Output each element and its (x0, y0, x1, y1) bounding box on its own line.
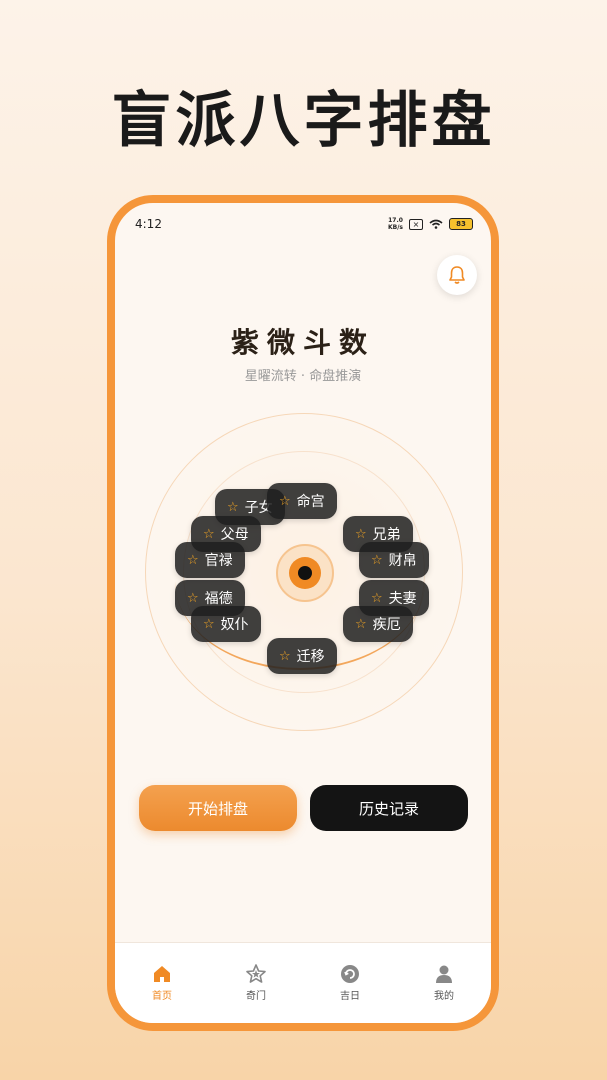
palace-label: 疾厄 (372, 617, 401, 633)
star-icon: ☆ (279, 648, 291, 664)
tab-qimen[interactable]: 奇门 (209, 943, 303, 1023)
home-icon (154, 966, 170, 982)
palace-chip[interactable]: ☆ 奴仆 (191, 606, 261, 642)
tab-label: 奇门 (246, 991, 266, 1002)
palace-label: 福德 (204, 591, 233, 607)
promo-headline: 盲派八字排盘 (111, 86, 496, 156)
star-icon: ☆ (203, 616, 215, 632)
tab-profile[interactable]: 我的 (397, 943, 491, 1023)
palace-chip[interactable]: ☆ 财帛 (359, 542, 429, 578)
palace-chip[interactable]: ☆ 命宫 (267, 483, 337, 519)
palace-label: 迁移 (296, 649, 325, 665)
palace-chip[interactable]: ☆ 迁移 (267, 638, 337, 674)
star-icon: ☆ (371, 590, 383, 606)
star-icon (246, 964, 266, 983)
palace-label: 兄弟 (372, 527, 401, 543)
tab-jiri[interactable]: 吉日 (303, 943, 397, 1023)
star-icon: ☆ (203, 526, 215, 542)
palace-label: 官禄 (204, 553, 233, 569)
tab-home[interactable]: 首页 (115, 943, 209, 1023)
palace-label: 奴仆 (220, 617, 249, 633)
palace-chip[interactable]: ☆ 官禄 (175, 542, 245, 578)
star-icon: ☆ (355, 526, 367, 542)
bottom-tab-bar: 首页 奇门 吉日 我的 (115, 942, 491, 1023)
palace-label: 命宫 (296, 494, 325, 510)
tab-label: 我的 (434, 991, 454, 1002)
star-icon: ☆ (227, 499, 239, 515)
tab-label: 首页 (152, 991, 172, 1002)
star-icon: ☆ (355, 616, 367, 632)
palace-label: 父母 (220, 527, 249, 543)
user-icon (436, 965, 452, 983)
phone-frame: 4:12 17.0 KB/s × 83 紫微斗数 星曜流转 · 命盘推演 ☆ 子… (107, 195, 499, 1031)
tab-label: 吉日 (340, 991, 360, 1002)
palace-label: 财帛 (388, 553, 417, 569)
start-chart-button[interactable]: 开始排盘 (139, 785, 297, 831)
palace-label: 夫妻 (388, 591, 417, 607)
star-icon: ☆ (187, 590, 199, 606)
refresh-icon (341, 965, 359, 983)
star-icon: ☆ (187, 552, 199, 568)
palace-chip[interactable]: ☆ 疾厄 (343, 606, 413, 642)
star-icon: ☆ (279, 493, 291, 509)
wheel-center[interactable] (276, 544, 334, 602)
history-button[interactable]: 历史记录 (310, 785, 468, 831)
star-icon: ☆ (371, 552, 383, 568)
palace-wheel: ☆ 子女 ☆ 命宫 ☆ 父母 ☆ 兄弟 ☆ 官禄 ☆ 财帛 ☆ 福德 ☆ 夫妻 (115, 203, 491, 1023)
